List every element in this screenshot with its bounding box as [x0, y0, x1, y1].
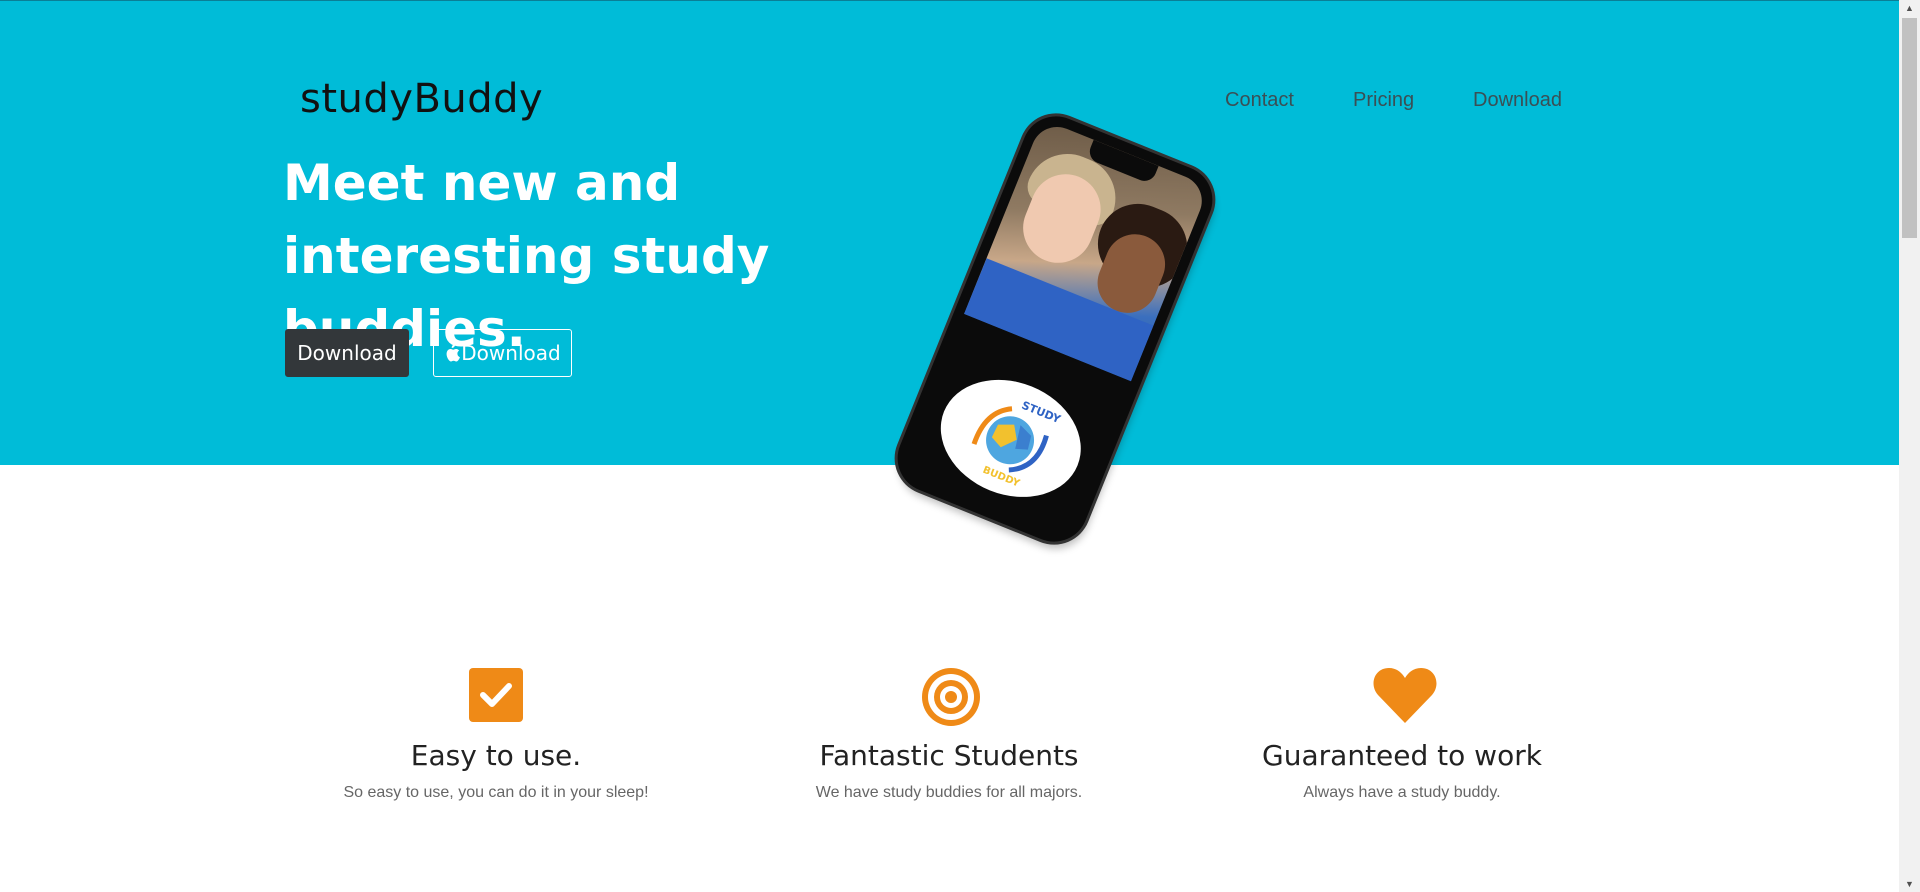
- feature-subtitle: We have study buddies for all majors.: [815, 784, 1083, 801]
- nav-download[interactable]: Download: [1473, 89, 1562, 112]
- feature-easy: Easy to use. So easy to use, you can do …: [296, 665, 696, 802]
- logo-text-top: STUDY: [1020, 399, 1064, 427]
- feature-title: Guaranteed to work: [1262, 739, 1542, 772]
- page: studyBuddy Contact Pricing Download Meet…: [0, 0, 1899, 892]
- page-scrollbar[interactable]: ▲ ▼: [1899, 0, 1920, 892]
- feature-title: Easy to use.: [410, 739, 582, 772]
- feature-subtitle: So easy to use, you can do it in your sl…: [343, 784, 649, 801]
- studybuddy-app-logo: STUDY BUDDY: [923, 359, 1099, 518]
- download-button-label: Download: [297, 341, 397, 365]
- phone-photo: [964, 119, 1210, 382]
- apple-icon: [444, 332, 461, 378]
- feature-subtitle: Always have a study buddy.: [1303, 784, 1501, 801]
- target-icon: [919, 665, 980, 726]
- heart-icon: [1372, 665, 1437, 725]
- brand-logo[interactable]: studyBuddy: [300, 76, 543, 122]
- globe-logo-icon: STUDY BUDDY: [971, 399, 1064, 490]
- feature-guaranteed: Guaranteed to work Always have a study b…: [1202, 665, 1602, 802]
- hero-section: studyBuddy Contact Pricing Download Meet…: [0, 0, 1899, 552]
- feature-students: Fantastic Students We have study buddies…: [749, 665, 1149, 802]
- feature-title: Fantastic Students: [819, 739, 1079, 772]
- checkbox-icon: [466, 665, 526, 725]
- nav-pricing[interactable]: Pricing: [1353, 89, 1414, 112]
- apple-download-label: Download: [461, 341, 561, 365]
- scroll-down-icon[interactable]: ▼: [1899, 879, 1920, 889]
- nav-contact[interactable]: Contact: [1225, 89, 1294, 112]
- apple-download-button[interactable]: Download: [433, 329, 572, 377]
- download-button[interactable]: Download: [285, 329, 409, 377]
- scroll-thumb[interactable]: [1902, 18, 1917, 238]
- scroll-up-icon[interactable]: ▲: [1899, 3, 1920, 13]
